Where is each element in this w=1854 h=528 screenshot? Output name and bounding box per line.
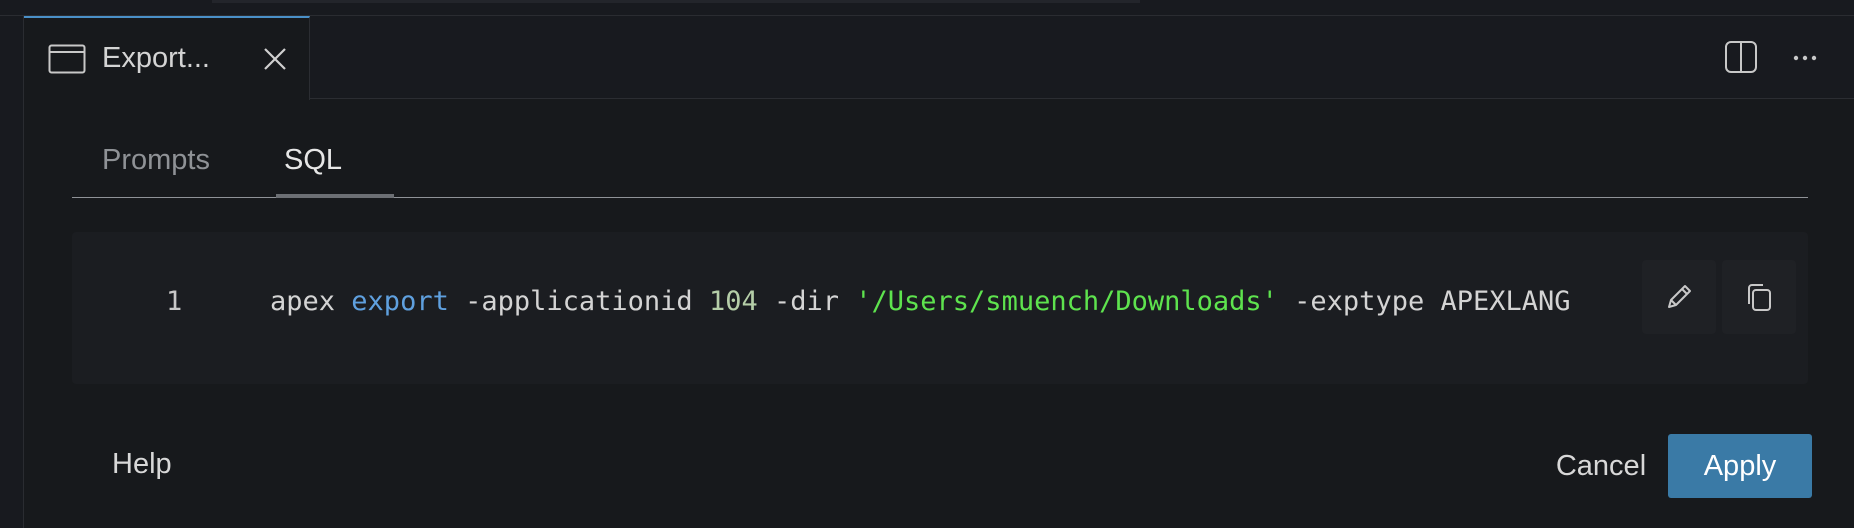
close-icon[interactable] [262, 46, 288, 72]
copy-icon [1748, 284, 1771, 311]
pencil-icon [1668, 285, 1691, 308]
sub-tab-bar: Prompts SQL [72, 126, 1808, 198]
title-strip [0, 0, 1854, 16]
tab-export[interactable]: Export... [24, 16, 310, 100]
sql-code-block[interactable]: 1 apex export -applicationid 104 -dir '/… [72, 232, 1808, 384]
title-strip-segment [212, 0, 1140, 3]
tab-sql[interactable]: SQL [284, 144, 342, 177]
tab-bar: Export... [24, 16, 1854, 100]
activity-gutter [0, 16, 24, 528]
code-token: -applicationid [448, 286, 709, 317]
code-token: apex [270, 286, 336, 317]
edit-button[interactable] [1642, 260, 1716, 334]
copy-button[interactable] [1722, 260, 1796, 334]
code-token: -exptype APEXLANG [1277, 286, 1571, 317]
tab-prompts[interactable]: Prompts [102, 144, 210, 177]
code-token: -dir [757, 286, 856, 317]
code-token-string: '/Users/smuench/Downloads' [855, 286, 1278, 317]
split-editor-icon[interactable] [1724, 40, 1758, 74]
tab-title: Export... [102, 42, 210, 74]
line-number: 1 [166, 286, 183, 317]
apply-button[interactable]: Apply [1668, 434, 1812, 498]
code-token-keyword: export [351, 286, 449, 317]
more-actions-icon[interactable] [1792, 54, 1818, 62]
editor-panel: Export... Prompts SQL 1 apex export -app… [24, 16, 1854, 528]
help-link[interactable]: Help [112, 448, 172, 481]
active-tab-indicator [276, 194, 394, 198]
code-line: apex export -applicationid 104 -dir '/Us… [270, 286, 1571, 317]
cancel-button[interactable]: Cancel [1536, 434, 1666, 498]
code-token-number: 104 [708, 286, 758, 317]
app-window: Export... Prompts SQL 1 apex export -app… [0, 0, 1854, 528]
window-icon [48, 44, 86, 74]
